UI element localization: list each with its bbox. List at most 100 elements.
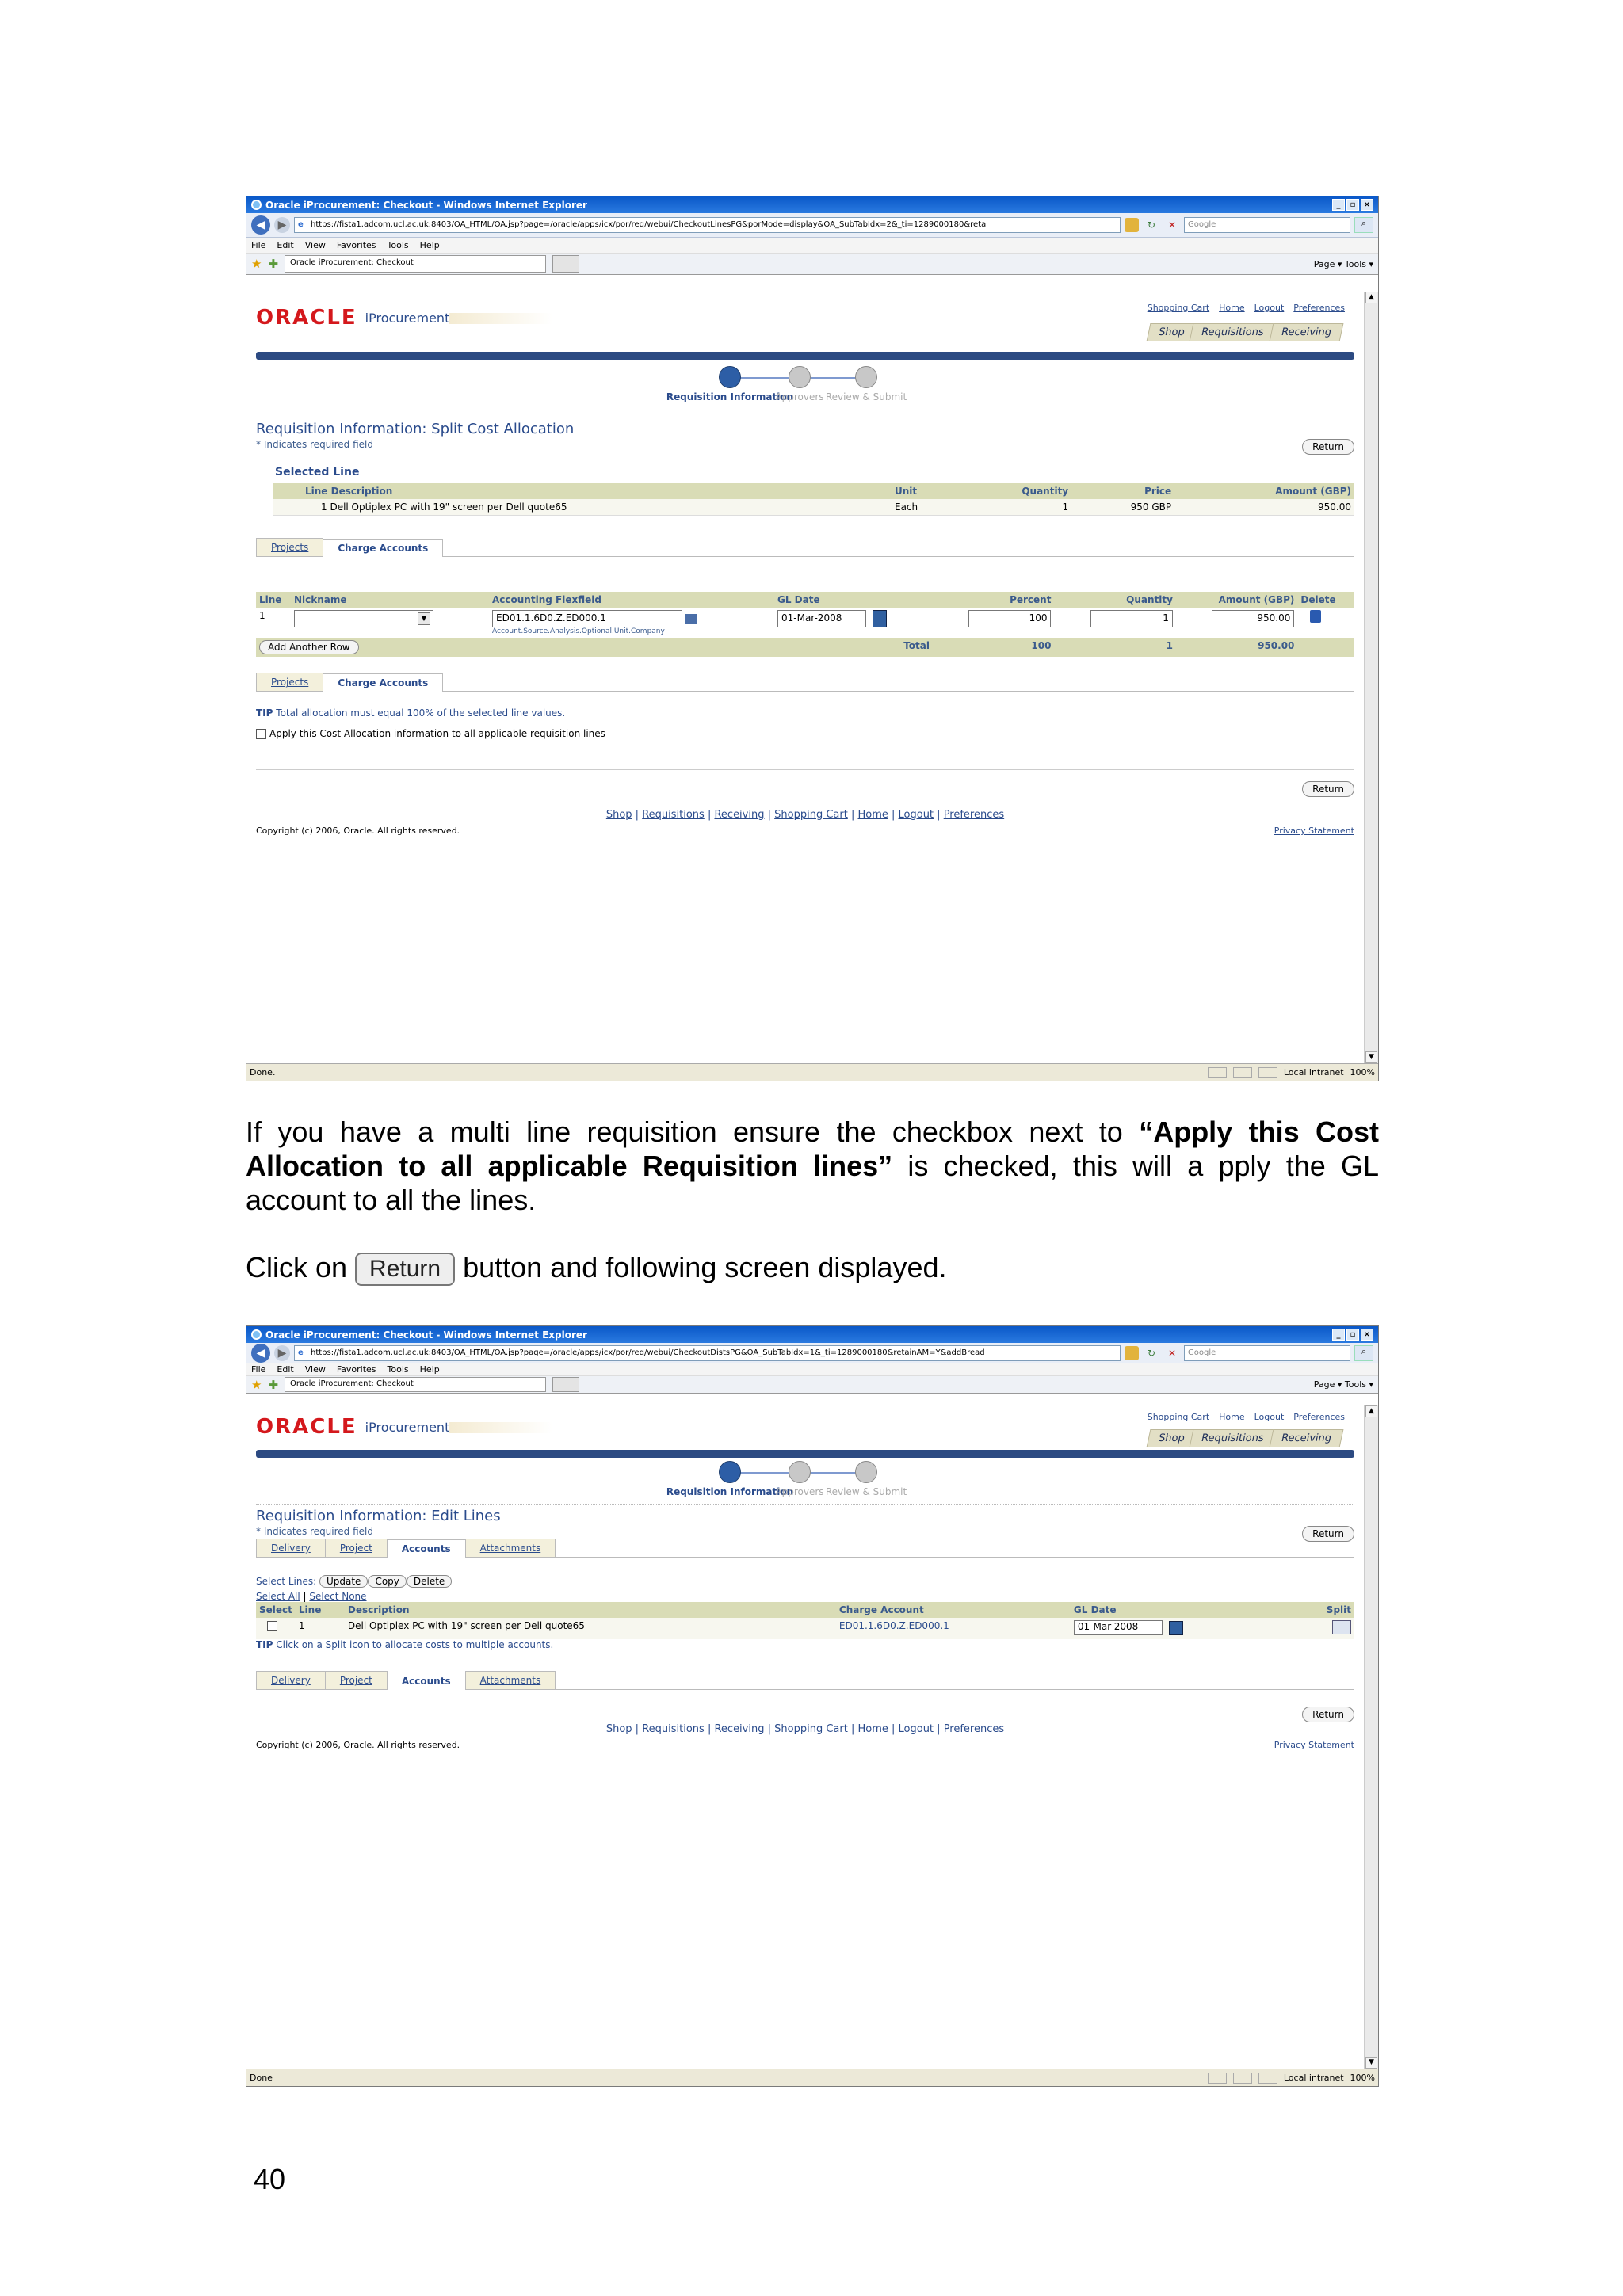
tab-charge-accounts-bottom[interactable]: Charge Accounts: [323, 673, 444, 692]
new-tab-button[interactable]: [552, 255, 580, 273]
menu-favorites[interactable]: Favorites: [337, 240, 376, 250]
link-preferences[interactable]: Preferences: [1293, 1412, 1345, 1422]
gl-date-input[interactable]: 01-Mar-2008: [1073, 1620, 1163, 1635]
menu-tools[interactable]: Tools: [388, 240, 409, 250]
footer-link-shop[interactable]: Shop: [606, 1723, 632, 1735]
footer-link-preferences[interactable]: Preferences: [944, 1723, 1004, 1735]
menu-edit[interactable]: Edit: [277, 1364, 293, 1375]
split-icon[interactable]: [1332, 1620, 1351, 1634]
refresh-icon[interactable]: ↻: [1143, 219, 1160, 231]
tab-delivery-bottom[interactable]: Delivery: [256, 1671, 326, 1689]
vertical-scrollbar[interactable]: ▲ ▼: [1364, 1405, 1378, 2069]
add-favorite-icon[interactable]: ✚: [268, 257, 278, 271]
return-button[interactable]: Return: [1302, 439, 1354, 455]
tab-project-bottom[interactable]: Project: [324, 1671, 388, 1689]
favorites-star-icon[interactable]: ★: [251, 1378, 262, 1392]
command-bar[interactable]: Page ▾ Tools ▾: [1314, 1379, 1373, 1390]
refresh-icon[interactable]: ↻: [1143, 1348, 1160, 1359]
tab-receiving[interactable]: Receiving: [1269, 1429, 1344, 1447]
select-checkbox[interactable]: [267, 1621, 277, 1631]
footer-link-receiving[interactable]: Receiving: [714, 1723, 764, 1735]
tab-projects-bottom[interactable]: Projects: [256, 673, 324, 691]
delete-icon[interactable]: [1310, 610, 1322, 623]
select-none-link[interactable]: Select None: [309, 1591, 366, 1602]
tab-accounts-bottom[interactable]: Accounts: [386, 1672, 466, 1690]
maximize-icon[interactable]: ▫: [1346, 1329, 1359, 1341]
tab-receiving[interactable]: Receiving: [1269, 323, 1344, 341]
quantity-input[interactable]: 1: [1090, 610, 1173, 627]
flexfield-input[interactable]: ED01.1.6D0.Z.ED000.1: [492, 610, 682, 627]
link-logout[interactable]: Logout: [1254, 1412, 1285, 1422]
gl-date-input[interactable]: 01-Mar-2008: [777, 610, 866, 627]
calendar-icon[interactable]: [873, 610, 887, 627]
chevron-down-icon[interactable]: ▼: [418, 612, 430, 625]
link-shopping-cart[interactable]: Shopping Cart: [1148, 1412, 1209, 1422]
link-logout[interactable]: Logout: [1254, 303, 1285, 313]
close-icon[interactable]: ×: [1361, 1329, 1373, 1341]
link-preferences[interactable]: Preferences: [1293, 303, 1345, 313]
close-icon[interactable]: ×: [1361, 199, 1373, 211]
scroll-down-icon[interactable]: ▼: [1365, 2057, 1377, 2069]
search-icon[interactable]: ⌕: [1354, 217, 1373, 233]
link-home[interactable]: Home: [1219, 303, 1244, 313]
footer-link-home[interactable]: Home: [857, 809, 888, 821]
browser-tab[interactable]: Oracle iProcurement: Checkout: [285, 1377, 547, 1392]
menu-help[interactable]: Help: [420, 1364, 440, 1375]
add-favorite-icon[interactable]: ✚: [268, 1378, 278, 1392]
minimize-icon[interactable]: _: [1332, 1329, 1345, 1341]
maximize-icon[interactable]: ▫: [1346, 199, 1359, 211]
copy-button[interactable]: Copy: [368, 1575, 407, 1588]
minimize-icon[interactable]: _: [1332, 199, 1345, 211]
amount-input[interactable]: 950.00: [1212, 610, 1295, 627]
favorites-star-icon[interactable]: ★: [251, 257, 262, 271]
new-tab-button[interactable]: [552, 1377, 580, 1392]
nickname-select[interactable]: [294, 610, 433, 627]
apply-checkbox[interactable]: [256, 729, 266, 739]
return-button-bottom[interactable]: Return: [1302, 781, 1354, 797]
search-input[interactable]: Google: [1184, 217, 1350, 233]
forward-icon[interactable]: ▶: [274, 1344, 290, 1361]
footer-link-receiving[interactable]: Receiving: [714, 809, 764, 821]
percent-input[interactable]: 100: [968, 610, 1052, 627]
lock-icon[interactable]: [1125, 1345, 1139, 1360]
tab-requisitions[interactable]: Requisitions: [1189, 1429, 1277, 1447]
tab-accounts[interactable]: Accounts: [386, 1539, 466, 1558]
tab-requisitions[interactable]: Requisitions: [1189, 323, 1277, 341]
calendar-icon[interactable]: [1168, 1620, 1183, 1635]
forward-icon[interactable]: ▶: [274, 217, 290, 233]
menu-view[interactable]: View: [305, 240, 326, 250]
add-another-row-button[interactable]: Add Another Row: [259, 640, 359, 654]
footer-link-preferences[interactable]: Preferences: [944, 809, 1004, 821]
footer-link-logout[interactable]: Logout: [899, 1723, 934, 1735]
update-button[interactable]: Update: [319, 1575, 369, 1588]
menu-tools[interactable]: Tools: [388, 1364, 409, 1375]
tab-attachments-bottom[interactable]: Attachments: [464, 1671, 556, 1689]
back-icon[interactable]: ◀: [251, 215, 270, 235]
url-field[interactable]: https://fista1.adcom.ucl.ac.uk:8403/OA_H…: [294, 217, 1121, 233]
tab-charge-accounts[interactable]: Charge Accounts: [323, 539, 444, 557]
footer-link-shopping-cart[interactable]: Shopping Cart: [774, 809, 848, 821]
stop-icon[interactable]: ✕: [1164, 219, 1180, 231]
zoom-level[interactable]: 100%: [1350, 1067, 1375, 1077]
privacy-link[interactable]: Privacy Statement: [1274, 826, 1354, 836]
browser-tab[interactable]: Oracle iProcurement: Checkout: [285, 255, 547, 273]
link-shopping-cart[interactable]: Shopping Cart: [1148, 303, 1209, 313]
back-icon[interactable]: ◀: [251, 1343, 270, 1363]
scroll-up-icon[interactable]: ▲: [1365, 292, 1377, 303]
lock-icon[interactable]: [1125, 218, 1139, 232]
charge-account-link[interactable]: ED01.1.6D0.Z.ED000.1: [839, 1620, 949, 1631]
footer-link-home[interactable]: Home: [857, 1723, 888, 1735]
delete-button[interactable]: Delete: [406, 1575, 453, 1588]
menu-file[interactable]: File: [251, 1364, 265, 1375]
link-home[interactable]: Home: [1219, 1412, 1244, 1422]
menu-help[interactable]: Help: [420, 240, 440, 250]
zoom-level[interactable]: 100%: [1350, 2073, 1375, 2083]
menu-favorites[interactable]: Favorites: [337, 1364, 376, 1375]
menu-edit[interactable]: Edit: [277, 240, 293, 250]
privacy-link[interactable]: Privacy Statement: [1274, 1740, 1354, 1750]
menu-view[interactable]: View: [305, 1364, 326, 1375]
url-field[interactable]: https://fista1.adcom.ucl.ac.uk:8403/OA_H…: [294, 1344, 1121, 1361]
footer-link-logout[interactable]: Logout: [899, 809, 934, 821]
footer-link-shop[interactable]: Shop: [606, 809, 632, 821]
footer-link-requisitions[interactable]: Requisitions: [642, 809, 705, 821]
